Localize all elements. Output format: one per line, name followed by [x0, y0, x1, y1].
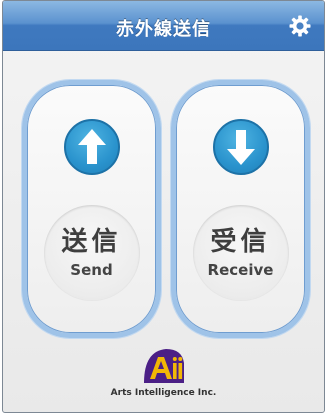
logo-text: Arts Intelligence Inc.: [110, 388, 217, 398]
send-label-en: Send: [70, 261, 113, 279]
title-bar: 赤外線送信: [3, 1, 324, 51]
send-button[interactable]: 送信 Send: [22, 80, 161, 338]
arrow-down-icon: [212, 119, 269, 175]
receive-label-disc: 受信 Receive: [192, 205, 289, 301]
receive-button[interactable]: 受信 Receive: [171, 80, 310, 338]
gear-icon[interactable]: [288, 14, 312, 38]
receive-label-en: Receive: [207, 261, 274, 279]
app-window: 赤外線送信 送信 Send 受信 Receive Arts Intelligen…: [2, 0, 325, 413]
arrow-up-icon: [63, 119, 120, 175]
logo-mark-icon: [142, 345, 186, 385]
company-logo: Arts Intelligence Inc.: [3, 345, 324, 405]
send-label-jp: 送信: [61, 227, 122, 257]
page-title: 赤外線送信: [116, 19, 211, 40]
send-label-disc: 送信 Send: [43, 205, 140, 301]
receive-label-jp: 受信: [210, 227, 271, 257]
